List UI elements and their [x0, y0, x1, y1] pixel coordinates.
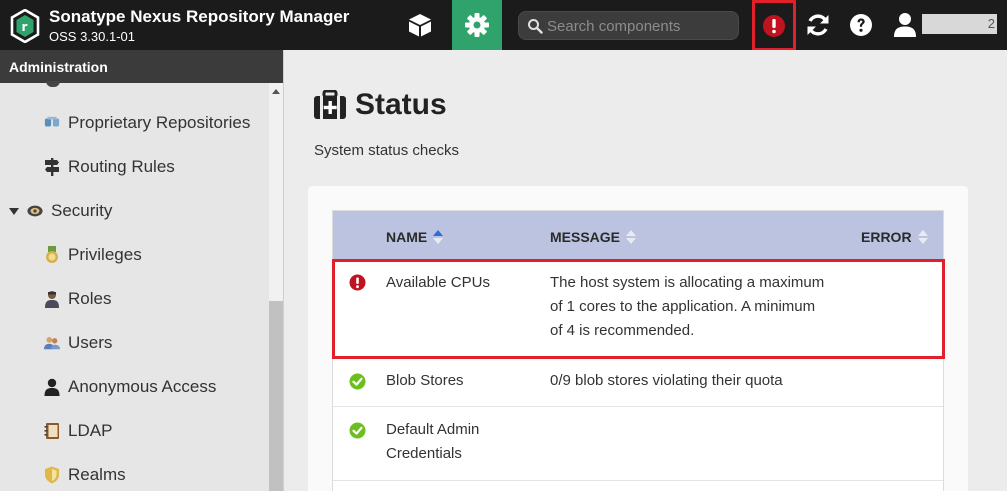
app-title: Sonatype Nexus Repository Manager	[49, 7, 350, 26]
address-book-icon	[44, 423, 60, 439]
user-icon	[44, 378, 60, 396]
sidebar-item-anonymous-access[interactable]: Anonymous Access	[44, 365, 216, 409]
main-content: Status System status checks NAME MESSAGE…	[285, 50, 1007, 491]
sidebar-item-label: Security	[51, 201, 113, 220]
exclamation-circle-icon	[763, 14, 785, 37]
username: 2	[922, 14, 997, 34]
scroll-up-arrow-icon[interactable]	[272, 89, 280, 94]
sidebar-item-security[interactable]: Security	[9, 189, 112, 233]
table-row[interactable]: Available CPUs The host system is alloca…	[333, 261, 943, 358]
medal-icon	[44, 246, 60, 263]
search-box[interactable]	[518, 11, 739, 40]
help-button[interactable]	[843, 7, 879, 43]
top-bar: r Sonatype Nexus Repository Manager OSS …	[0, 0, 1007, 51]
security-badge-icon	[27, 203, 43, 219]
proprietary-repo-icon	[44, 115, 60, 131]
table-row[interactable]: Default Admin Credentials	[333, 407, 943, 481]
gear-icon	[465, 13, 489, 37]
sort-icon	[626, 230, 637, 244]
row-name: Default Admin Credentials	[386, 421, 480, 462]
sidebar-item-realms[interactable]: Realms	[44, 453, 126, 491]
table-row[interactable]: Blob Stores 0/9 blob stores violating th…	[333, 358, 943, 407]
medkit-icon	[314, 90, 346, 119]
row-message: 0/9 blob stores violating their quota	[550, 372, 783, 389]
status-grid: NAME MESSAGE ERROR Available CPUs The ho…	[332, 210, 944, 491]
table-row[interactable]	[333, 481, 943, 491]
shield-icon	[44, 466, 60, 484]
column-header-error[interactable]: ERROR	[861, 229, 928, 245]
clipped-item-icon	[46, 81, 60, 87]
admin-mode-button[interactable]	[452, 0, 502, 50]
column-header-name[interactable]: NAME	[386, 229, 444, 245]
users-icon	[44, 335, 60, 351]
status-card: NAME MESSAGE ERROR Available CPUs The ho…	[308, 186, 968, 491]
app-version: OSS 3.30.1-01	[49, 29, 135, 44]
sort-icon	[917, 230, 928, 244]
search-input[interactable]	[547, 16, 732, 36]
sidebar-item-label: Anonymous Access	[68, 377, 217, 396]
nexus-logo[interactable]: r	[10, 9, 40, 43]
sidebar-item-users[interactable]: Users	[44, 321, 112, 365]
sidebar-item-proprietary-repositories[interactable]: Proprietary Repositories	[44, 101, 250, 145]
collapse-arrow-icon[interactable]	[9, 207, 19, 215]
system-status-alert-button[interactable]	[752, 0, 796, 51]
sidebar-item-label: LDAP	[68, 421, 113, 440]
question-circle-icon	[850, 14, 872, 36]
row-message: The host system is allocating a maximum …	[550, 274, 825, 339]
cube-icon	[409, 14, 431, 37]
user-account-button[interactable]: 2	[890, 7, 1007, 43]
refresh-button[interactable]	[800, 7, 836, 43]
column-header-message[interactable]: MESSAGE	[550, 229, 637, 245]
sidebar-item-label: Roles	[68, 289, 112, 308]
search-icon	[528, 19, 543, 34]
page-subtitle: System status checks	[314, 142, 460, 159]
check-circle-icon	[349, 373, 366, 390]
sidebar-item-label: Privileges	[68, 245, 142, 264]
row-name: Blob Stores	[386, 372, 464, 389]
sidebar-header: Administration	[0, 50, 283, 83]
sidebar-item-label: Routing Rules	[68, 157, 175, 176]
row-name: Available CPUs	[386, 274, 490, 291]
sidebar: Administration Proprietary Repositories …	[0, 50, 284, 491]
user-icon	[894, 13, 916, 37]
sidebar-scrollbar[interactable]	[269, 83, 283, 491]
sidebar-item-ldap[interactable]: LDAP	[44, 409, 112, 453]
check-circle-icon	[349, 422, 366, 439]
page-title: Status	[313, 88, 447, 122]
browse-mode-button[interactable]	[396, 0, 444, 50]
sidebar-item-routing-rules[interactable]: Routing Rules	[44, 145, 175, 189]
error-icon	[349, 274, 366, 291]
sidebar-item-roles[interactable]: Roles	[44, 277, 111, 321]
grid-header: NAME MESSAGE ERROR	[333, 211, 943, 261]
page-title-text: Status	[355, 88, 447, 121]
scrollbar-thumb[interactable]	[269, 301, 283, 491]
sidebar-item-label: Users	[68, 333, 113, 352]
signpost-icon	[44, 158, 60, 176]
sidebar-item-privileges[interactable]: Privileges	[44, 233, 142, 277]
sort-ascending-icon	[433, 230, 444, 244]
sidebar-item-label: Realms	[68, 465, 126, 484]
role-user-icon	[44, 291, 60, 308]
sidebar-item-label: Proprietary Repositories	[68, 113, 251, 132]
refresh-icon	[807, 14, 829, 36]
svg-text:r: r	[22, 20, 28, 34]
